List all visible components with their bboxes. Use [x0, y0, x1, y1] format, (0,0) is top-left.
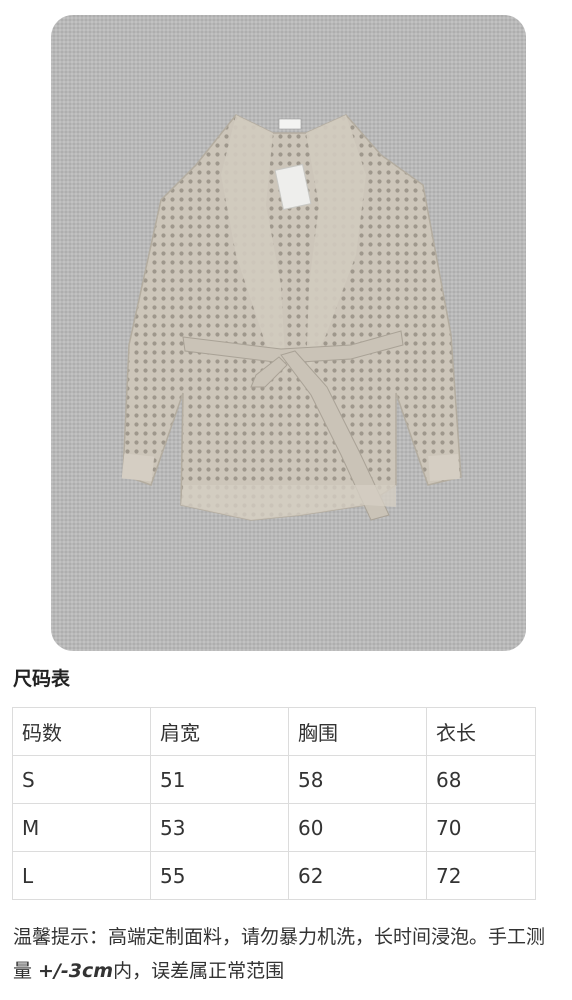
- care-notice: 温馨提示：高端定制面料，请勿暴力机洗，长时间浸泡。手工测量 +/-3cm内，误差…: [13, 920, 558, 988]
- product-photo[interactable]: [51, 15, 526, 651]
- table-cell: L: [12, 851, 151, 900]
- table-row: S 51 58 68: [12, 755, 536, 804]
- table-row: M 53 60 70: [12, 803, 536, 852]
- table-row: L 55 62 72: [12, 851, 536, 900]
- table-cell: M: [12, 803, 151, 852]
- table-cell: 72: [426, 851, 536, 900]
- table-cell: 53: [150, 803, 289, 852]
- cardigan-illustration: [121, 114, 462, 521]
- table-cell: 68: [426, 755, 536, 804]
- table-cell: 51: [150, 755, 289, 804]
- header-shoulder: 肩宽: [150, 707, 289, 756]
- left-cuff: [121, 453, 155, 482]
- header-length: 衣长: [426, 707, 536, 756]
- size-chart-title: 尺码表: [13, 668, 71, 690]
- neck-label: [278, 118, 302, 130]
- right-cuff: [428, 453, 460, 482]
- table-cell: 70: [426, 803, 536, 852]
- table-header-row: 码数 肩宽 胸围 衣长: [12, 707, 536, 756]
- tolerance-value: +/-3cm: [38, 960, 114, 982]
- hem: [181, 485, 396, 520]
- table-cell: 55: [150, 851, 289, 900]
- notice-text-end: 内，误差属正常范围: [113, 960, 285, 982]
- table-cell: 60: [288, 803, 427, 852]
- table-cell: S: [12, 755, 151, 804]
- size-table: 码数 肩宽 胸围 衣长 S 51 58 68 M 53 60 70 L 55 6…: [12, 707, 536, 900]
- table-cell: 62: [288, 851, 427, 900]
- table-cell: 58: [288, 755, 427, 804]
- header-chest: 胸围: [288, 707, 427, 756]
- header-size: 码数: [12, 707, 151, 756]
